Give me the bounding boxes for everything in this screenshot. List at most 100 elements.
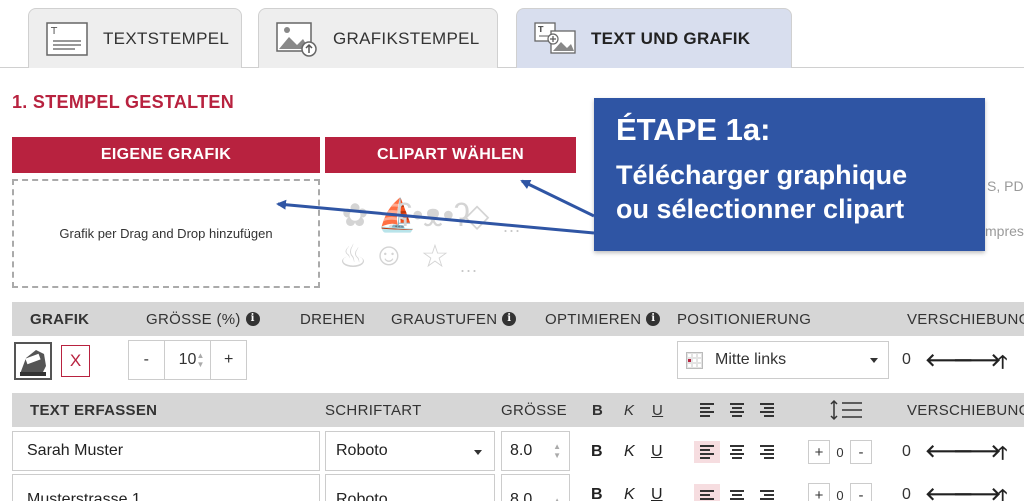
svg-text:T: T <box>538 25 544 34</box>
align-right-header-icon <box>754 399 780 421</box>
graphic-dropzone[interactable]: Grafik per Drag and Drop hinzufügen <box>12 179 320 288</box>
size-value: 10 <box>178 351 197 368</box>
arrow-right-icon[interactable]: 🡒 <box>953 484 1001 501</box>
align-center-button-1[interactable] <box>724 441 750 463</box>
align-center-button-2[interactable] <box>724 484 750 501</box>
underline-toggle-1[interactable]: U <box>651 443 663 461</box>
font-value: Roboto <box>336 491 388 501</box>
diamond-clipart-icon[interactable]: ◇ <box>458 196 496 234</box>
positioning-select[interactable]: Mitte links <box>677 341 889 379</box>
spinner-icon[interactable]: ▲ ▼ <box>553 442 561 460</box>
arrow-right-icon[interactable]: 🡒 <box>953 441 1001 462</box>
arrow-up-icon[interactable]: 🡑 <box>998 441 1007 471</box>
line-spacing-value-1: 0 <box>836 444 844 460</box>
font-select-2[interactable]: Roboto <box>325 474 495 501</box>
tab-text-und-grafik[interactable]: T TEXT UND GRAFIK <box>516 8 792 68</box>
align-right-button-2[interactable] <box>754 484 780 501</box>
line-spacing-icon <box>830 399 862 421</box>
col-groesse: GRÖSSE (%) i <box>146 302 260 336</box>
line-spacing-decrease-2[interactable]: - <box>850 483 872 501</box>
font-size-input-2[interactable]: 8.0 ▲ <box>501 474 570 501</box>
col-verschiebung-text: VERSCHIEBUNG <box>907 401 1024 419</box>
own-graphic-button[interactable]: EIGENE GRAFIK <box>12 137 320 173</box>
text-settings-header: TEXT ERFASSEN SCHRIFTART GRÖSSE B K U VE… <box>12 393 1024 427</box>
line-spacing-decrease-1[interactable]: - <box>850 440 872 464</box>
arrow-to-clipart <box>520 179 595 218</box>
arrow-up-icon[interactable]: 🡑 <box>998 484 1007 501</box>
col-text-erfassen: TEXT ERFASSEN <box>30 401 158 419</box>
section-title: 1. STEMPEL GESTALTEN <box>12 92 235 112</box>
col-groesse-label: GRÖSSE (%) <box>146 310 241 328</box>
more-clipart-dots[interactable]: ... <box>503 216 521 237</box>
col-schriftart: SCHRIFTART <box>325 401 422 419</box>
text-line-value: Sarah Muster <box>27 442 124 459</box>
stamp-thumbnail-icon <box>16 344 50 378</box>
callout-line-2: ou sélectionner clipart <box>616 194 905 224</box>
chevron-down-icon <box>870 358 878 363</box>
line-spacing-stepper-2: + 0 - <box>808 482 876 501</box>
more-clipart-dots[interactable]: ... <box>460 256 478 277</box>
font-select-1[interactable]: Roboto <box>325 431 495 471</box>
line-spacing-increase-1[interactable]: + <box>808 440 830 464</box>
col-graustufen: GRAUSTUFEN i <box>391 302 517 336</box>
col-bold: B <box>592 401 604 419</box>
info-icon[interactable]: i <box>502 312 517 326</box>
teddy-bear-clipart-icon[interactable]: ʕ•ᴥ•ʔ <box>396 196 470 234</box>
callout-title: ÉTAPE 1a: <box>616 112 771 147</box>
choose-clipart-button[interactable]: CLIPART WÄHLEN <box>325 137 576 173</box>
stamp-type-tabs: T TEXTSTEMPEL GRAFIKSTEMPEL T TEXT UND G… <box>0 0 1024 68</box>
bold-toggle-2[interactable]: B <box>591 486 603 501</box>
line-spacing-stepper-1: + 0 - <box>808 439 876 465</box>
image-upload-icon <box>276 21 317 57</box>
italic-toggle-1[interactable]: K <box>624 443 635 461</box>
line-spacing-increase-2[interactable]: + <box>808 483 830 501</box>
spinner-icon[interactable]: ▲ ▼ <box>196 351 204 369</box>
position-grid-icon <box>686 351 703 369</box>
col-positionierung: POSITIONIERUNG <box>677 310 812 328</box>
col-optimieren: OPTIMIEREN i <box>545 302 661 336</box>
size-increase-button[interactable]: + <box>211 341 246 379</box>
align-left-header-icon <box>694 399 720 421</box>
side-text-2: mpres <box>985 223 1024 239</box>
graphic-shift-value: 0 <box>902 351 911 368</box>
col-drehen: DREHEN <box>300 310 366 328</box>
col-verschiebung: VERSCHIEBUNG <box>907 310 1024 328</box>
bold-toggle-1[interactable]: B <box>591 443 603 461</box>
smiley-clipart-icon[interactable]: ☺ <box>370 235 408 273</box>
tab-textstempel[interactable]: T TEXTSTEMPEL <box>28 8 242 68</box>
info-icon[interactable]: i <box>245 312 260 326</box>
instruction-callout: ÉTAPE 1a: Télécharger graphique ou sélec… <box>594 98 985 251</box>
text-line-input-2[interactable]: Musterstrasse 1 <box>12 474 320 501</box>
align-left-button-2[interactable] <box>694 484 720 501</box>
arrow-right-icon[interactable]: 🡒 <box>953 350 1001 371</box>
size-input[interactable]: 10 ▲ ▼ <box>163 341 212 379</box>
col-groesse-text: GRÖSSE <box>501 401 567 419</box>
text-stamp-icon: T <box>46 21 88 56</box>
text-line-value: Musterstrasse 1 <box>27 491 141 501</box>
graphic-thumbnail[interactable] <box>14 342 52 380</box>
callout-line-1: Télécharger graphique <box>616 160 908 190</box>
tab-grafikstempel[interactable]: GRAFIKSTEMPEL <box>258 8 498 68</box>
side-text-1: S, PD <box>987 178 1024 194</box>
align-center-header-icon <box>724 399 750 421</box>
font-size-input-1[interactable]: 8.0 ▲ ▼ <box>501 431 570 471</box>
size-decrease-button[interactable]: - <box>129 341 164 379</box>
font-value: Roboto <box>336 442 388 459</box>
col-graustufen-label: GRAUSTUFEN <box>391 310 498 328</box>
remove-graphic-button[interactable]: X <box>61 345 90 377</box>
graphic-size-stepper: - 10 ▲ ▼ + <box>128 340 247 380</box>
arrow-up-icon[interactable]: 🡑 <box>998 350 1007 380</box>
align-left-button-1[interactable] <box>694 441 720 463</box>
font-size-value: 8.0 <box>510 491 533 501</box>
info-icon[interactable]: i <box>646 312 661 326</box>
hibiscus-clipart-icon[interactable]: ✿ <box>336 196 374 234</box>
col-optimieren-label: OPTIMIEREN <box>545 310 642 328</box>
align-right-button-1[interactable] <box>754 441 780 463</box>
italic-toggle-2[interactable]: K <box>624 486 635 501</box>
underline-toggle-2[interactable]: U <box>651 486 663 501</box>
text-line-input-1[interactable]: Sarah Muster <box>12 431 320 471</box>
font-size-value: 8.0 <box>510 442 533 459</box>
spinner-icon[interactable]: ▲ <box>553 496 561 501</box>
star-clipart-icon[interactable]: ☆ <box>416 237 454 275</box>
coffee-clipart-icon[interactable]: ♨ <box>334 237 372 275</box>
